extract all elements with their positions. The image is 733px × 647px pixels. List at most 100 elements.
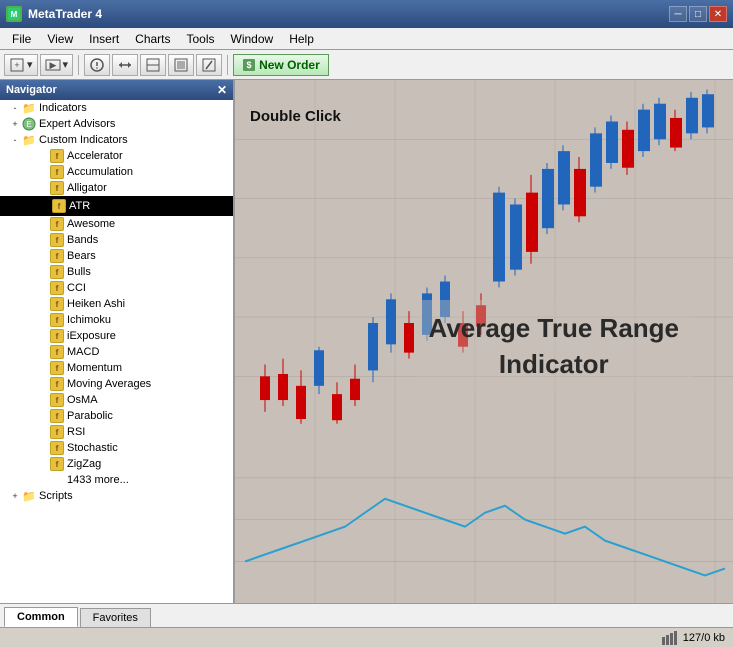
tree-item-momentum[interactable]: f Momentum	[0, 360, 233, 376]
icon-osma: f	[50, 393, 64, 407]
close-button[interactable]: ✕	[709, 6, 727, 22]
tree-item-ichimoku[interactable]: f Ichimoku	[0, 312, 233, 328]
menu-file[interactable]: File	[4, 30, 39, 48]
tree-item-accelerator[interactable]: f Accelerator	[0, 148, 233, 164]
tree-label-iexposure: iExposure	[67, 330, 116, 342]
app-icon: M	[6, 6, 22, 22]
icon-heiken-ashi: f	[50, 297, 64, 311]
tree-item-atr[interactable]: f ATR	[0, 196, 233, 216]
icon-parabolic: f	[50, 409, 64, 423]
tree-item-cci[interactable]: f CCI	[0, 280, 233, 296]
tree-label-ea: Expert Advisors	[39, 118, 115, 130]
window-title: MetaTrader 4	[28, 7, 102, 21]
tree-label-stochastic: Stochastic	[67, 442, 118, 454]
tree-item-expert-advisors[interactable]: + E Expert Advisors	[0, 116, 233, 132]
navigator-title: Navigator	[6, 84, 57, 96]
toolbar-separator-1	[78, 55, 79, 75]
tree-item-zigzag[interactable]: f ZigZag	[0, 456, 233, 472]
tree-item-bears[interactable]: f Bears	[0, 248, 233, 264]
tree-label-rsi: RSI	[67, 426, 85, 438]
tree-item-accumulation[interactable]: f Accumulation	[0, 164, 233, 180]
icon-atr: f	[52, 199, 66, 213]
maximize-button[interactable]: □	[689, 6, 707, 22]
folder-icon-scripts: 📁	[22, 489, 36, 503]
atr-description-label: Average True RangeIndicator	[415, 300, 693, 393]
toolbar-btn-5[interactable]	[140, 54, 166, 76]
minimize-button[interactable]: ─	[669, 6, 687, 22]
expand-scripts[interactable]: +	[8, 489, 22, 503]
tree-item-heiken-ashi[interactable]: f Heiken Ashi	[0, 296, 233, 312]
expand-ea[interactable]: +	[8, 117, 22, 131]
tree-label-accelerator: Accelerator	[67, 150, 123, 162]
toolbar-btn-7[interactable]	[196, 54, 222, 76]
toolbar-btn-6[interactable]	[168, 54, 194, 76]
toolbar-btn-1[interactable]: + ▾	[4, 54, 38, 76]
svg-text:M: M	[11, 10, 18, 19]
menu-view[interactable]: View	[39, 30, 81, 48]
tree-item-more[interactable]: 1433 more...	[0, 472, 233, 488]
menu-insert[interactable]: Insert	[81, 30, 127, 48]
tree-item-stochastic[interactable]: f Stochastic	[0, 440, 233, 456]
double-click-label: Double Click	[250, 108, 341, 125]
icon-ichimoku: f	[50, 313, 64, 327]
tree-item-indicators[interactable]: - 📁 Indicators	[0, 100, 233, 116]
tree-label-alligator: Alligator	[67, 182, 107, 194]
icon-moving-averages: f	[50, 377, 64, 391]
nav-tree[interactable]: - 📁 Indicators + E Expert Advisors - 📁	[0, 100, 233, 603]
tree-label-bulls: Bulls	[67, 266, 91, 278]
icon-momentum: f	[50, 361, 64, 375]
tree-item-custom-indicators[interactable]: - 📁 Custom Indicators	[0, 132, 233, 148]
tree-label-bears: Bears	[67, 250, 96, 262]
tree-item-bulls[interactable]: f Bulls	[0, 264, 233, 280]
tree-item-alligator[interactable]: f Alligator	[0, 180, 233, 196]
tree-label-custom: Custom Indicators	[39, 134, 128, 146]
main-content: Navigator ✕ - 📁 Indicators + E Expert Ad…	[0, 80, 733, 603]
tree-label-awesome: Awesome	[67, 218, 115, 230]
tree-label-moving-averages: Moving Averages	[67, 378, 151, 390]
icon-stochastic: f	[50, 441, 64, 455]
toolbar-separator-2	[227, 55, 228, 75]
title-bar: M MetaTrader 4 ─ □ ✕	[0, 0, 733, 28]
new-order-button[interactable]: $ New Order	[233, 54, 329, 76]
toolbar-btn-2[interactable]: ▶ ▾	[40, 54, 74, 76]
tree-label-accumulation: Accumulation	[67, 166, 133, 178]
chart-area: Double Click Average True RangeIndicator	[235, 80, 733, 603]
tree-label-macd: MACD	[67, 346, 99, 358]
traffic-text: 127/0 kb	[683, 632, 725, 644]
expand-custom[interactable]: -	[8, 133, 22, 147]
tab-favorites[interactable]: Favorites	[80, 608, 151, 627]
tree-label-parabolic: Parabolic	[67, 410, 113, 422]
tree-item-rsi[interactable]: f RSI	[0, 424, 233, 440]
expand-indicators[interactable]: -	[8, 101, 22, 115]
tree-item-scripts[interactable]: + 📁 Scripts	[0, 488, 233, 504]
tree-item-moving-averages[interactable]: f Moving Averages	[0, 376, 233, 392]
icon-alligator: f	[50, 181, 64, 195]
traffic-icon	[662, 631, 680, 645]
menu-help[interactable]: Help	[281, 30, 322, 48]
tree-item-awesome[interactable]: f Awesome	[0, 216, 233, 232]
tree-item-bands[interactable]: f Bands	[0, 232, 233, 248]
tree-item-macd[interactable]: f MACD	[0, 344, 233, 360]
icon-accumulation: f	[50, 165, 64, 179]
folder-icon-custom: 📁	[22, 133, 36, 147]
icon-awesome: f	[50, 217, 64, 231]
icon-bulls: f	[50, 265, 64, 279]
tree-label-more: 1433 more...	[67, 474, 129, 486]
tree-label-indicators: Indicators	[39, 102, 87, 114]
tree-item-parabolic[interactable]: f Parabolic	[0, 408, 233, 424]
toolbar-btn-3[interactable]	[84, 54, 110, 76]
menu-charts[interactable]: Charts	[127, 30, 178, 48]
navigator-close[interactable]: ✕	[217, 83, 227, 97]
menu-window[interactable]: Window	[223, 30, 282, 48]
tab-common[interactable]: Common	[4, 607, 78, 627]
menu-tools[interactable]: Tools	[179, 30, 223, 48]
status-bar: 127/0 kb	[0, 627, 733, 647]
icon-more	[50, 473, 64, 487]
toolbar: + ▾ ▶ ▾	[0, 50, 733, 80]
icon-iexposure: f	[50, 329, 64, 343]
tree-item-iexposure[interactable]: f iExposure	[0, 328, 233, 344]
toolbar-btn-4[interactable]	[112, 54, 138, 76]
folder-icon-indicators: 📁	[22, 101, 36, 115]
tree-item-osma[interactable]: f OsMA	[0, 392, 233, 408]
icon-rsi: f	[50, 425, 64, 439]
